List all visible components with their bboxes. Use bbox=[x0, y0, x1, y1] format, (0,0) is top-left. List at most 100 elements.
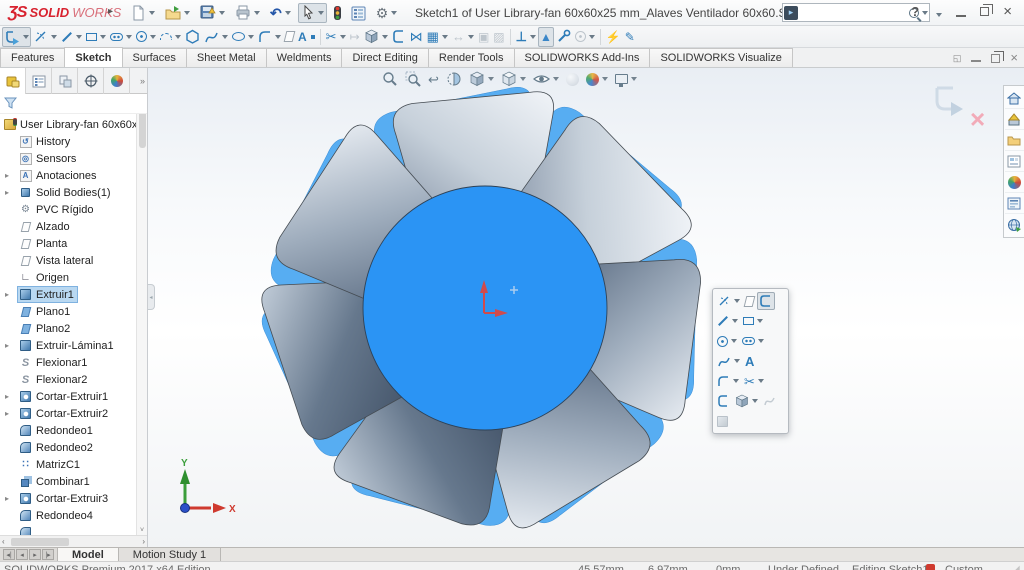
graphics-viewport[interactable]: ↩ × A ✂ bbox=[148, 68, 1024, 547]
copy-entities-button[interactable]: ▣ bbox=[476, 27, 491, 47]
tree-item-planta[interactable]: Planta bbox=[0, 235, 147, 252]
tree-item-redondeo1[interactable]: Redondeo1 bbox=[0, 422, 147, 439]
tree-item-plano2[interactable]: Plano2 bbox=[0, 320, 147, 337]
line-button[interactable] bbox=[59, 27, 84, 47]
move-entities-button[interactable]: ↔ bbox=[450, 27, 476, 47]
tab-render-tools[interactable]: Render Tools bbox=[428, 48, 515, 67]
rapid-sketch-button[interactable]: ✎ bbox=[623, 27, 637, 47]
tree-horizontal-scrollbar[interactable]: ‹› bbox=[0, 535, 147, 547]
sketch-fillet-button[interactable] bbox=[256, 27, 283, 47]
displaymanager-tab[interactable] bbox=[104, 68, 130, 94]
sc-text-button[interactable]: A bbox=[743, 353, 756, 370]
open-document-button[interactable] bbox=[162, 3, 193, 23]
help-button[interactable]: ? bbox=[911, 4, 919, 19]
trim-entities-button[interactable]: ✂ bbox=[324, 27, 348, 47]
dimxpertmanager-tab[interactable] bbox=[78, 68, 104, 94]
file-explorer-button[interactable] bbox=[1005, 130, 1024, 151]
tree-item-material[interactable]: ⚙PVC Rígido bbox=[0, 201, 147, 218]
search-commands-box[interactable]: ▸ bbox=[782, 3, 930, 22]
circle-button[interactable] bbox=[134, 27, 158, 47]
tab-solidworks-addins[interactable]: SOLIDWORKS Add-Ins bbox=[514, 48, 651, 67]
tree-item-history[interactable]: ↺History bbox=[0, 133, 147, 150]
expand-arrow[interactable]: ▸ bbox=[5, 188, 9, 197]
scroll-thumb[interactable] bbox=[11, 538, 69, 546]
spline-button[interactable] bbox=[202, 27, 230, 47]
tab-solidworks-visualize[interactable]: SOLIDWORKS Visualize bbox=[649, 48, 792, 67]
sc-spline-disabled-button[interactable] bbox=[761, 393, 778, 409]
tab-scroll-prev-button[interactable]: ◂ bbox=[16, 549, 28, 560]
tree-item-redondeo2[interactable]: Redondeo2 bbox=[0, 439, 147, 456]
propertymanager-tab[interactable] bbox=[26, 68, 52, 94]
display-delete-relations-button[interactable]: ⊥ bbox=[514, 27, 538, 47]
smart-dimension-button[interactable] bbox=[31, 27, 59, 47]
tab-scroll-last-button[interactable]: |▸ bbox=[42, 549, 54, 560]
centerpoint-arc-button[interactable] bbox=[158, 27, 183, 47]
tab-features[interactable]: Features bbox=[0, 48, 65, 67]
document-pin-icon[interactable]: ◱ bbox=[953, 53, 962, 64]
tree-item-redondeo4[interactable]: Redondeo4 bbox=[0, 507, 147, 524]
confirmation-corner-exit-sketch-icon[interactable] bbox=[931, 83, 971, 117]
task-scheduler-button[interactable] bbox=[348, 3, 369, 23]
select-button[interactable] bbox=[298, 3, 327, 23]
confirmation-corner-cancel-icon[interactable]: × bbox=[970, 104, 985, 135]
sc-extrude-disabled-button[interactable] bbox=[715, 414, 730, 429]
search-input[interactable] bbox=[801, 7, 909, 19]
motion-study-tab[interactable]: Motion Study 1 bbox=[119, 548, 221, 561]
linear-pattern-button[interactable]: ▦ bbox=[425, 27, 450, 47]
tree-root[interactable]: User Library-fan 60x60x25 r bbox=[0, 116, 147, 133]
expand-arrow[interactable]: ▸ bbox=[5, 171, 9, 180]
expand-arrow[interactable]: ▸ bbox=[5, 494, 9, 503]
straight-slot-button[interactable] bbox=[108, 27, 134, 47]
tree-item-flexionar1[interactable]: SFlexionar1 bbox=[0, 354, 147, 371]
exit-sketch-button[interactable] bbox=[2, 27, 31, 47]
display-style-button[interactable] bbox=[499, 69, 528, 89]
help-caret[interactable] bbox=[936, 13, 942, 17]
tab-scroll-first-button[interactable]: ◂| bbox=[3, 549, 15, 560]
instant2d-button[interactable]: ▲ bbox=[538, 27, 554, 47]
panel-tabs-overflow[interactable]: » bbox=[130, 68, 147, 93]
scroll-down-icon[interactable]: ˅ bbox=[140, 527, 144, 534]
tree-item-cortar-extruir3[interactable]: ▸Cortar-Extruir3 bbox=[0, 490, 147, 507]
sc-offset2-button[interactable] bbox=[715, 392, 732, 410]
window-close-button[interactable]: × bbox=[1003, 5, 1012, 19]
tab-sketch[interactable]: Sketch bbox=[64, 47, 122, 67]
sc-rectangle-button[interactable] bbox=[741, 315, 765, 327]
tree-item-sensors[interactable]: ◎Sensors bbox=[0, 150, 147, 167]
plane-button[interactable] bbox=[283, 27, 296, 47]
tab-direct-editing[interactable]: Direct Editing bbox=[341, 48, 428, 67]
section-view-button[interactable] bbox=[444, 69, 464, 89]
sc-line-button[interactable] bbox=[715, 317, 740, 325]
options-button[interactable]: ⚙ bbox=[373, 3, 401, 23]
tab-surfaces[interactable]: Surfaces bbox=[122, 48, 187, 67]
sc-trim-button[interactable]: ✂ bbox=[742, 373, 766, 390]
sc-offset-button[interactable] bbox=[757, 292, 775, 310]
mirror-entities-button[interactable]: ⋈ bbox=[408, 27, 425, 47]
appearances-scenes-button[interactable] bbox=[1005, 172, 1024, 193]
tree-item-extruir1[interactable]: ▸Extruir1 bbox=[0, 286, 147, 303]
featuremanager-tab[interactable] bbox=[0, 68, 26, 94]
sc-plane-button[interactable] bbox=[743, 294, 756, 309]
view-settings-button[interactable] bbox=[613, 72, 639, 86]
tree-item-plano1[interactable]: Plano1 bbox=[0, 303, 147, 320]
text-button[interactable]: A bbox=[296, 27, 309, 47]
tree-item-flexionar2[interactable]: SFlexionar2 bbox=[0, 371, 147, 388]
toolbar-flyout-arrow[interactable]: ▸ bbox=[108, 6, 113, 17]
rebuild-button[interactable] bbox=[331, 3, 344, 23]
polygon-button[interactable] bbox=[183, 27, 202, 47]
document-restore-button[interactable] bbox=[991, 54, 1000, 63]
custom-properties-button[interactable] bbox=[1005, 193, 1024, 214]
tree-item-combinar1[interactable]: Combinar1 bbox=[0, 473, 147, 490]
tree-item-origen[interactable]: ∟Origen bbox=[0, 269, 147, 286]
tree-item-matrizc1[interactable]: ∷MatrizC1 bbox=[0, 456, 147, 473]
view-orientation-button[interactable] bbox=[467, 69, 496, 89]
sc-smart-dimension-button[interactable] bbox=[715, 292, 742, 310]
hide-show-items-button[interactable] bbox=[531, 70, 561, 88]
window-minimize-button[interactable] bbox=[956, 15, 966, 17]
view-palette-button[interactable] bbox=[1005, 151, 1024, 172]
design-library-button[interactable] bbox=[1005, 109, 1024, 130]
window-restore-button[interactable] bbox=[980, 7, 989, 16]
expand-arrow[interactable]: ▸ bbox=[5, 409, 9, 418]
apply-scene-button[interactable] bbox=[584, 71, 610, 88]
sc-spline-button[interactable] bbox=[715, 353, 742, 370]
status-configuration[interactable]: Custom bbox=[945, 564, 983, 570]
